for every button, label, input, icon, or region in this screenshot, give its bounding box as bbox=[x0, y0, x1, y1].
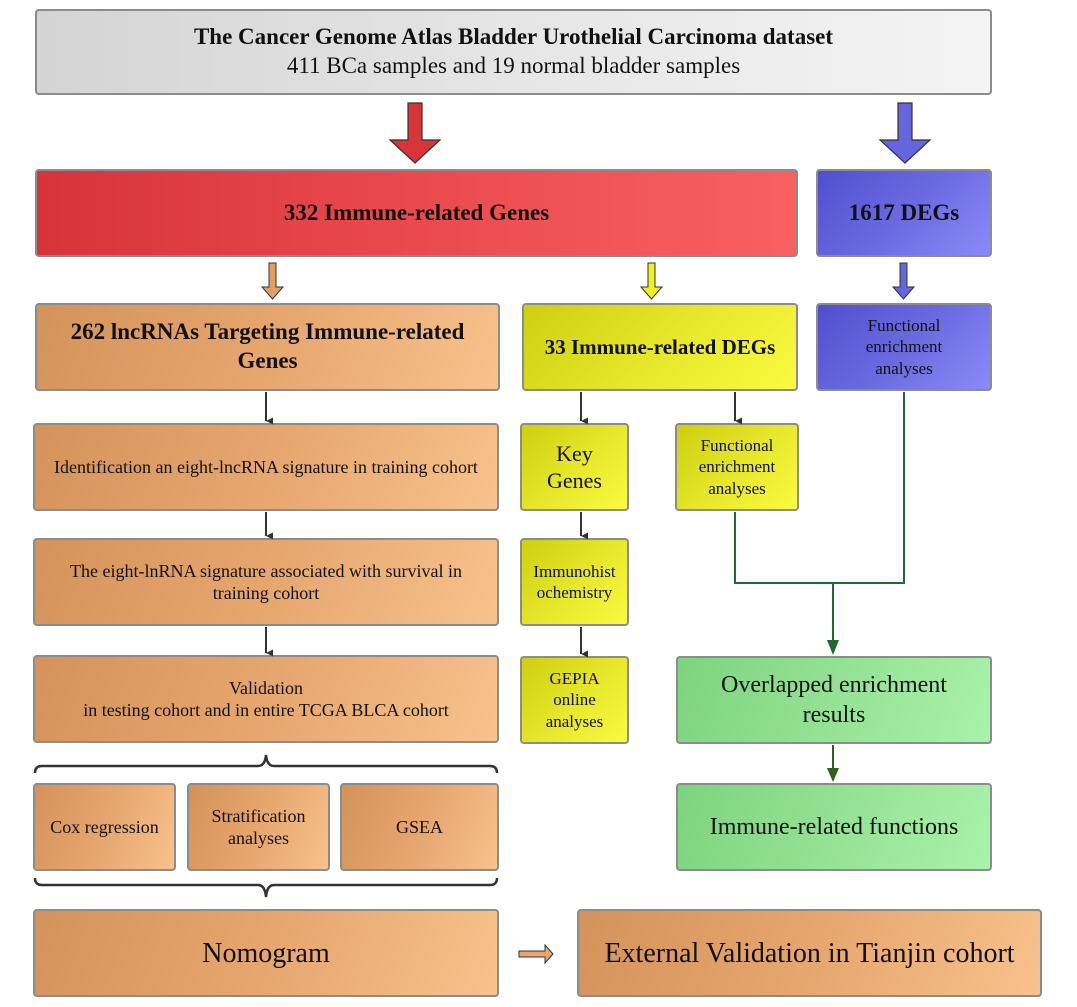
signature-identification-label: Identification an eight-lncRNA signature… bbox=[54, 456, 478, 477]
nomogram-box: Nomogram bbox=[33, 909, 499, 997]
green-connector-right bbox=[833, 392, 905, 584]
signature-identification-box: Identification an eight-lncRNA signature… bbox=[33, 423, 499, 511]
immune-degs-label: 33 Immune-related DEGs bbox=[544, 334, 776, 359]
key-genes-box: Key Genes bbox=[520, 423, 629, 511]
big-blue-arrow bbox=[878, 102, 932, 164]
immunohistochemistry-box: Immunohist ochemistry bbox=[520, 538, 629, 626]
immune-functions-box: Immune-related functions bbox=[676, 783, 992, 871]
overlapped-box: Overlapped enrichment results bbox=[676, 656, 992, 744]
cox-regression-box: Cox regression bbox=[33, 783, 176, 871]
stratification-box: Stratification analyses bbox=[187, 783, 330, 871]
immune-degs-box: 33 Immune-related DEGs bbox=[522, 303, 798, 391]
bottom-brace bbox=[33, 877, 499, 898]
validation-line1: Validation bbox=[229, 677, 303, 698]
dataset-box: The Cancer Genome Atlas Bladder Urotheli… bbox=[35, 9, 992, 95]
blue-arrow bbox=[891, 262, 916, 300]
right-arrow-nomogram-to-external bbox=[518, 943, 554, 965]
degs-label: 1617 DEGs bbox=[848, 199, 960, 225]
immune-deg-enrichment-label: Functional enrichment analyses bbox=[698, 436, 776, 498]
gepia-label: GEPIA online analyses bbox=[545, 669, 604, 731]
immune-genes-label: 332 Immune-related Genes bbox=[283, 199, 550, 225]
gsea-box: GSEA bbox=[340, 783, 499, 871]
gepia-box: GEPIA online analyses bbox=[520, 656, 629, 744]
external-validation-label: External Validation in Tianjin cohort bbox=[604, 937, 1015, 969]
immune-functions-label: Immune-related functions bbox=[709, 814, 959, 840]
deg-enrichment-box: Functional enrichment analyses bbox=[816, 303, 992, 391]
immunohistochemistry-label: Immunohist ochemistry bbox=[533, 561, 616, 602]
external-validation-box: External Validation in Tianjin cohort bbox=[577, 909, 1042, 997]
stratification-label: Stratification analyses bbox=[211, 805, 306, 849]
green-connector-left bbox=[734, 512, 833, 584]
yellow-arrow bbox=[639, 262, 664, 300]
validation-box: Validation in testing cohort and in enti… bbox=[33, 655, 499, 743]
orange-arrow bbox=[260, 262, 285, 300]
key-genes-label: Key Genes bbox=[547, 440, 602, 494]
dataset-title: The Cancer Genome Atlas Bladder Urotheli… bbox=[193, 24, 834, 50]
degs-box: 1617 DEGs bbox=[816, 169, 992, 257]
immune-deg-enrichment-box: Functional enrichment analyses bbox=[675, 423, 799, 511]
nomogram-label: Nomogram bbox=[202, 937, 330, 969]
signature-survival-box: The eight-lnRNA signature associated wit… bbox=[33, 538, 499, 626]
cox-regression-label: Cox regression bbox=[50, 816, 159, 837]
gsea-label: GSEA bbox=[395, 816, 443, 837]
overlapped-label: Overlapped enrichment results bbox=[721, 672, 947, 728]
lncrna-targets-label: 262 lncRNAs Targeting Immune-related Gen… bbox=[70, 319, 465, 373]
green-arrowhead-functions bbox=[827, 768, 839, 782]
green-arrowhead-overlapped bbox=[827, 640, 839, 655]
validation-line2: in testing cohort and in entire TCGA BLC… bbox=[83, 700, 449, 720]
dataset-subtitle: 411 BCa samples and 19 normal bladder sa… bbox=[286, 53, 741, 78]
big-red-arrow bbox=[388, 102, 442, 164]
signature-survival-label: The eight-lnRNA signature associated wit… bbox=[70, 560, 462, 604]
deg-enrichment-label: Functional enrichment analyses bbox=[865, 316, 943, 378]
immune-genes-box: 332 Immune-related Genes bbox=[35, 169, 798, 257]
top-brace bbox=[33, 754, 499, 774]
lncrna-targets-box: 262 lncRNAs Targeting Immune-related Gen… bbox=[35, 303, 500, 391]
